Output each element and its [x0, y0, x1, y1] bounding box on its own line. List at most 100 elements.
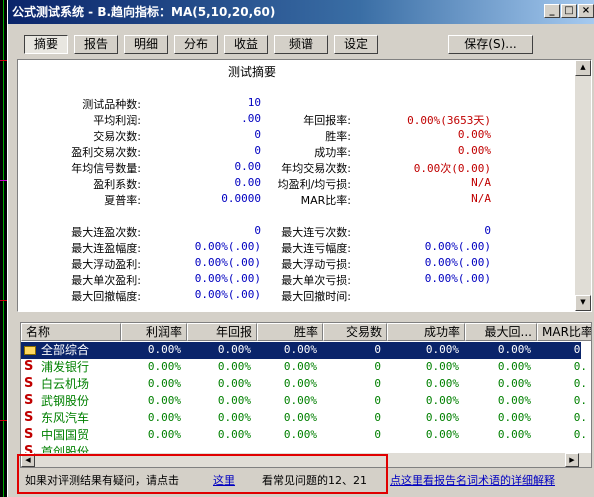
summary-value: 0.00	[234, 176, 262, 189]
summary-value: 0.00%(.00)	[424, 272, 491, 285]
table-row[interactable]: S 中国国贸 0.00% 0.00% 0.00% 0 0.00% 0.00% 0.	[21, 427, 587, 444]
table-cell: 0.00%	[283, 411, 317, 424]
table-cell: 0	[374, 377, 381, 390]
table-row[interactable]: S 东风汽车 0.00% 0.00% 0.00% 0 0.00% 0.00% 0.	[21, 410, 587, 427]
row-name: 武钢股份	[41, 394, 90, 408]
tab-returns[interactable]: 收益	[224, 35, 268, 54]
summary-label: 最大连亏次数:	[281, 226, 351, 239]
table-cell: 0.00%	[425, 343, 459, 356]
tab-settings[interactable]: 设定	[334, 35, 378, 54]
table-cell: 0.00%	[217, 428, 251, 441]
save-button[interactable]: 保存(S)...	[448, 35, 533, 54]
scroll-up-icon[interactable]: ▲	[575, 60, 591, 76]
summary-label: 最大单次亏损:	[281, 274, 351, 287]
tab-detail[interactable]: 明细	[124, 35, 168, 54]
summary-title: 测试摘要	[228, 65, 277, 79]
summary-value: N/A	[471, 176, 491, 189]
table-cell: 0.00%	[147, 343, 181, 356]
stock-icon: S	[24, 376, 34, 391]
summary-label: 最大回撤幅度:	[71, 290, 141, 303]
footer-link-glossary[interactable]: 点这里看报告名词术语的详细解释	[390, 470, 555, 492]
column-header[interactable]: 利润率	[121, 323, 187, 341]
stock-icon: S	[24, 410, 34, 425]
scroll-right-icon[interactable]: ▶	[565, 453, 579, 467]
table-cell: 0.00%	[497, 411, 531, 424]
column-header[interactable]: 胜率	[257, 323, 323, 341]
summary-value: 0.00%(.00)	[194, 288, 261, 301]
column-header[interactable]: 交易数	[323, 323, 387, 341]
table-cell: 0.00%	[425, 394, 459, 407]
summary-label: 测试品种数:	[82, 98, 141, 111]
table-cell: 0.00%	[147, 360, 181, 373]
table-cell: 0.00%	[497, 428, 531, 441]
table-cell: 0.	[573, 360, 587, 373]
results-table: 名称 利润率 年回报 胜率 交易数 成功率 最大回... MAR比率 全部综合 0.00% 0.0…	[20, 322, 592, 468]
table-row[interactable]: 全部综合 0.00% 0.00% 0.00% 0 0.00% 0.00% 0.	[21, 342, 587, 359]
summary-label: MAR比率:	[300, 194, 351, 207]
table-cell: 0.	[573, 411, 587, 424]
tab-spectrum[interactable]: 频谱	[274, 35, 328, 54]
maximize-button[interactable]: □	[561, 4, 577, 18]
column-header[interactable]: 最大回...	[465, 323, 537, 341]
summary-value: 0	[254, 144, 261, 157]
stock-icon: S	[24, 393, 34, 408]
summary-value: .00	[241, 112, 261, 125]
table-cell: 0.00%	[217, 411, 251, 424]
summary-label: 胜率:	[325, 130, 351, 143]
summary-value: 0.00%(.00)	[194, 272, 261, 285]
column-header[interactable]: 成功率	[387, 323, 465, 341]
table-header: 名称 利润率 年回报 胜率 交易数 成功率 最大回... MAR比率	[21, 323, 591, 341]
close-button[interactable]: ×	[578, 4, 594, 18]
summary-label: 年均信号数量:	[71, 162, 141, 175]
stock-icon: S	[24, 359, 34, 374]
table-cell: 0.00%	[497, 360, 531, 373]
summary-label: 盈利交易次数:	[71, 146, 141, 159]
table-cell: 0.00%	[217, 394, 251, 407]
formula-test-window: 公式测试系统 - B.趋向指标：MA(5,10,20,60) _ □ × 摘要 …	[7, 0, 594, 497]
summary-value: 0.00次(0.00)	[413, 162, 491, 175]
column-header[interactable]: MAR比率	[537, 323, 591, 341]
table-cell: 0.00%	[283, 428, 317, 441]
minimize-button[interactable]: _	[544, 4, 560, 18]
table-row[interactable]: S 浦发银行 0.00% 0.00% 0.00% 0 0.00% 0.00% 0.	[21, 359, 587, 376]
column-header[interactable]: 年回报	[187, 323, 257, 341]
summary-label: 最大连亏幅度:	[281, 242, 351, 255]
table-row[interactable]: S 白云机场 0.00% 0.00% 0.00% 0 0.00% 0.00% 0.	[21, 376, 587, 393]
table-cell: 0.00%	[497, 343, 531, 356]
row-name: 浦发银行	[41, 360, 90, 374]
tab-summary[interactable]: 摘要	[24, 35, 68, 54]
row-name: 中国国贸	[41, 428, 90, 442]
tab-report[interactable]: 报告	[74, 35, 118, 54]
tab-distribution[interactable]: 分布	[174, 35, 218, 54]
table-cell: 0.00%	[425, 377, 459, 390]
summary-value: 0.00%	[457, 128, 491, 141]
summary-value: 0	[254, 224, 261, 237]
summary-value: 0.00%(.00)	[424, 256, 491, 269]
summary-value: 0.00%(.00)	[424, 240, 491, 253]
table-cell: 0.00%	[147, 394, 181, 407]
table-cell: 0	[374, 428, 381, 441]
summary-value: 10	[247, 96, 261, 109]
table-cell: 0	[374, 360, 381, 373]
scroll-down-icon[interactable]: ▼	[575, 295, 591, 311]
title-bar[interactable]: 公式测试系统 - B.趋向指标：MA(5,10,20,60) _ □ ×	[8, 0, 594, 24]
summary-value: 0.00%(.00)	[194, 256, 261, 269]
summary-label: 最大连盈幅度:	[71, 242, 141, 255]
summary-value: 0	[484, 224, 491, 237]
column-header[interactable]: 名称	[21, 323, 121, 341]
row-name: 全部综合	[41, 343, 90, 357]
summary-label: 成功率:	[314, 146, 351, 159]
row-name: 东风汽车	[41, 411, 90, 425]
table-cell: 0.00%	[217, 360, 251, 373]
highlight-box	[17, 454, 388, 494]
table-cell: 0.00%	[283, 394, 317, 407]
summary-value: 0.0000	[221, 192, 261, 205]
summary-value: 0.00%	[457, 144, 491, 157]
summary-label: 夏普率:	[104, 194, 141, 207]
summary-label: 盈利系数:	[93, 178, 141, 191]
summary-scrollbar[interactable]: ▲ ▼	[575, 60, 591, 311]
table-row[interactable]: S 武钢股份 0.00% 0.00% 0.00% 0 0.00% 0.00% 0.	[21, 393, 587, 410]
stock-icon: S	[24, 427, 34, 442]
table-cell: 0.00%	[147, 411, 181, 424]
summary-label: 均盈利/均亏损:	[277, 178, 351, 191]
